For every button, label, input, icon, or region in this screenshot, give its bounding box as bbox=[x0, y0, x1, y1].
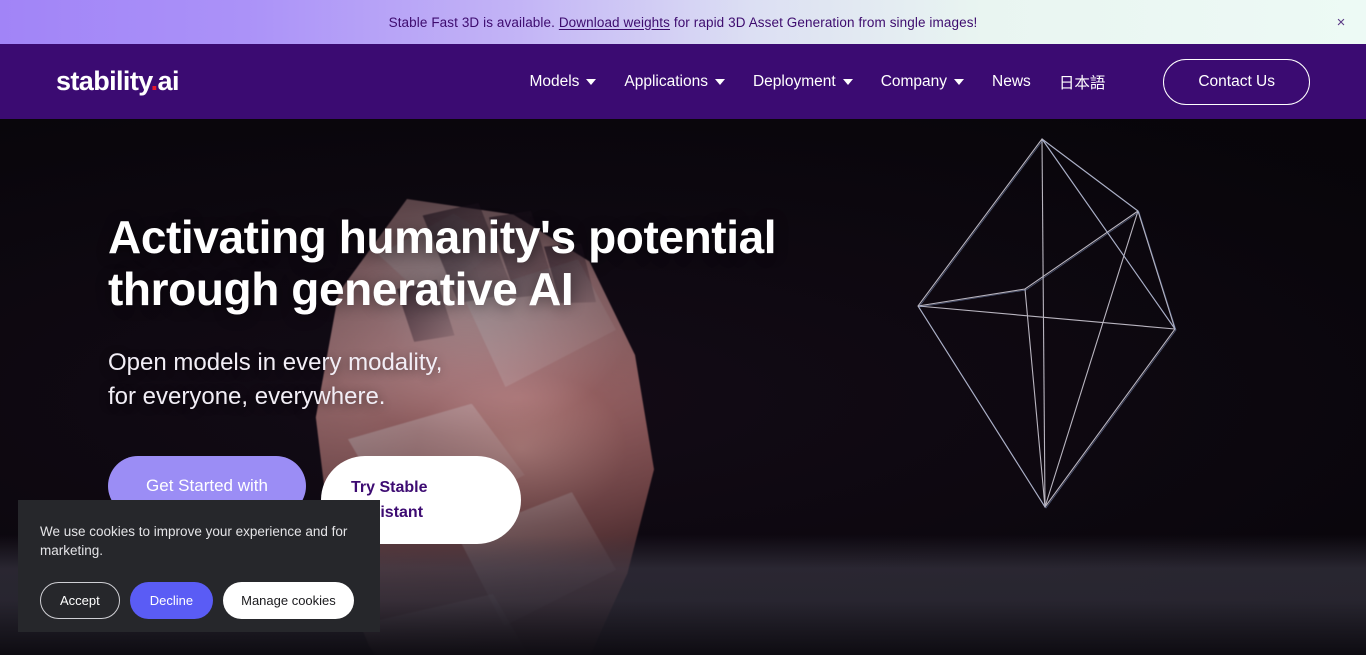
chevron-down-icon bbox=[586, 78, 597, 85]
subhead-line-1: Open models in every modality, bbox=[108, 349, 443, 376]
logo-text-main: stability bbox=[56, 66, 151, 96]
logo-text-suffix: ai bbox=[157, 66, 180, 96]
hero-content: Activating humanity's potential through … bbox=[108, 211, 868, 544]
hero-subheading: Open models in every modality, for every… bbox=[108, 346, 868, 414]
chevron-down-icon bbox=[714, 78, 725, 85]
nav-links: Models Applications Deployment Company N… bbox=[529, 58, 1310, 105]
announcement-banner: Stable Fast 3D is available. Download we… bbox=[0, 0, 1366, 44]
headline-line-2: through generative AI bbox=[108, 263, 574, 315]
nav-label-applications: Applications bbox=[624, 72, 708, 90]
cookie-consent-banner: We use cookies to improve your experienc… bbox=[18, 500, 380, 632]
logo-dot: . bbox=[150, 66, 158, 96]
subhead-line-2: for everyone, everywhere. bbox=[108, 383, 386, 410]
announcement-text: Stable Fast 3D is available. Download we… bbox=[389, 15, 978, 30]
manage-cookies-button[interactable]: Manage cookies bbox=[223, 582, 354, 619]
nav-item-japanese[interactable]: 日本語 bbox=[1059, 71, 1106, 93]
nav-item-news[interactable]: News bbox=[992, 73, 1031, 91]
stability-ai-logo[interactable]: stability.ai bbox=[56, 66, 179, 97]
nav-item-models[interactable]: Models bbox=[529, 72, 597, 91]
nav-label-company: Company bbox=[880, 72, 948, 90]
chevron-down-icon bbox=[954, 78, 965, 85]
close-icon[interactable]: × bbox=[1330, 11, 1352, 33]
nav-label-models: Models bbox=[529, 72, 580, 90]
main-navigation: stability.ai Models Applications Deploym… bbox=[0, 44, 1366, 119]
announcement-text-before: Stable Fast 3D is available. bbox=[388, 14, 559, 30]
accept-cookies-button[interactable]: Accept bbox=[40, 582, 120, 619]
announcement-text-after: for rapid 3D Asset Generation from singl… bbox=[670, 14, 978, 30]
nav-label-deployment: Deployment bbox=[752, 72, 836, 90]
nav-item-deployment[interactable]: Deployment bbox=[753, 73, 853, 91]
download-weights-link[interactable]: Download weights bbox=[559, 15, 670, 30]
cookie-buttons: Accept Decline Manage cookies bbox=[40, 582, 358, 619]
decline-cookies-button[interactable]: Decline bbox=[129, 582, 214, 619]
nav-label-japanese: 日本語 bbox=[1058, 74, 1106, 92]
cookie-message: We use cookies to improve your experienc… bbox=[40, 524, 348, 558]
contact-us-button[interactable]: Contact Us bbox=[1163, 58, 1310, 105]
page-root: Stable Fast 3D is available. Download we… bbox=[0, 0, 1366, 655]
nav-item-applications[interactable]: Applications bbox=[624, 73, 725, 91]
chevron-down-icon bbox=[842, 78, 853, 85]
headline-line-1: Activating humanity's potential bbox=[108, 211, 777, 263]
page-title: Activating humanity's potential through … bbox=[108, 211, 868, 315]
nav-item-company[interactable]: Company bbox=[880, 72, 965, 91]
nav-label-news: News bbox=[992, 72, 1031, 90]
